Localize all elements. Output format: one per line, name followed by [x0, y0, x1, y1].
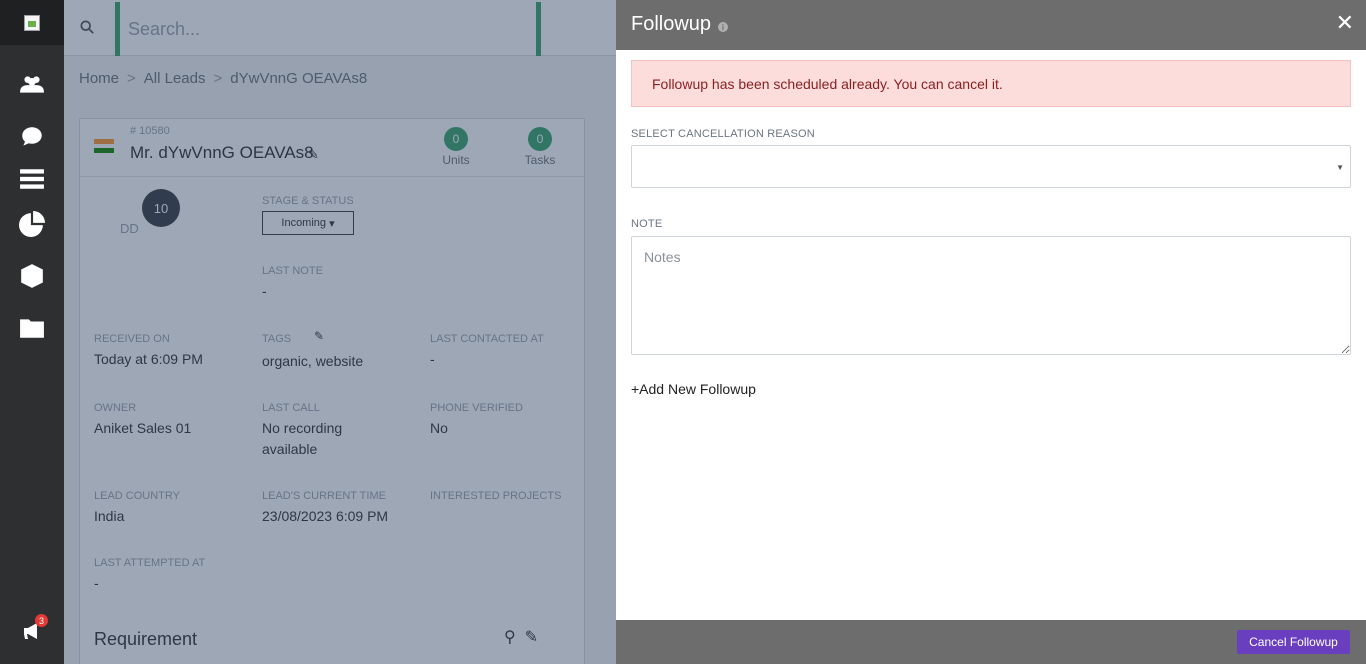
- info-icon[interactable]: i: [718, 22, 728, 32]
- logo-image-icon: [24, 14, 40, 31]
- note-label: NOTE: [631, 218, 663, 230]
- sidebar-item-leads[interactable]: [0, 66, 64, 102]
- sidebar: 3: [0, 0, 64, 664]
- notification-count-badge: 3: [35, 614, 48, 627]
- users-icon: [20, 76, 44, 93]
- modal-footer: Cancel Followup: [616, 620, 1366, 664]
- add-new-followup-link[interactable]: +Add New Followup: [631, 381, 756, 397]
- logo[interactable]: [0, 0, 64, 45]
- cancel-followup-button[interactable]: Cancel Followup: [1237, 630, 1350, 654]
- sidebar-item-inventory[interactable]: [0, 258, 64, 294]
- folder-icon: [20, 319, 44, 338]
- pie-chart-icon: [19, 211, 45, 237]
- cancellation-reason-select[interactable]: ▼: [631, 145, 1351, 188]
- modal-header: Followup i ✕: [616, 0, 1366, 50]
- modal-backdrop[interactable]: [64, 0, 616, 664]
- cancellation-reason-label: SELECT CANCELLATION REASON: [631, 128, 815, 140]
- sidebar-item-chat[interactable]: [0, 119, 64, 155]
- chat-icon: [22, 127, 42, 146]
- chevron-down-icon: ▼: [1336, 163, 1344, 172]
- modal-title: Followup: [631, 13, 712, 35]
- sidebar-item-files[interactable]: [0, 310, 64, 346]
- followup-alert: Followup has been scheduled already. You…: [631, 60, 1351, 107]
- note-textarea[interactable]: [631, 236, 1351, 355]
- close-icon[interactable]: ✕: [1336, 12, 1354, 34]
- notifications-button[interactable]: 3: [18, 614, 48, 646]
- sidebar-item-reports[interactable]: [0, 206, 64, 242]
- list-icon: [20, 169, 44, 189]
- sidebar-item-list[interactable]: [0, 161, 64, 197]
- cube-icon: [21, 264, 43, 288]
- followup-modal: Followup i ✕ Followup has been scheduled…: [616, 0, 1366, 664]
